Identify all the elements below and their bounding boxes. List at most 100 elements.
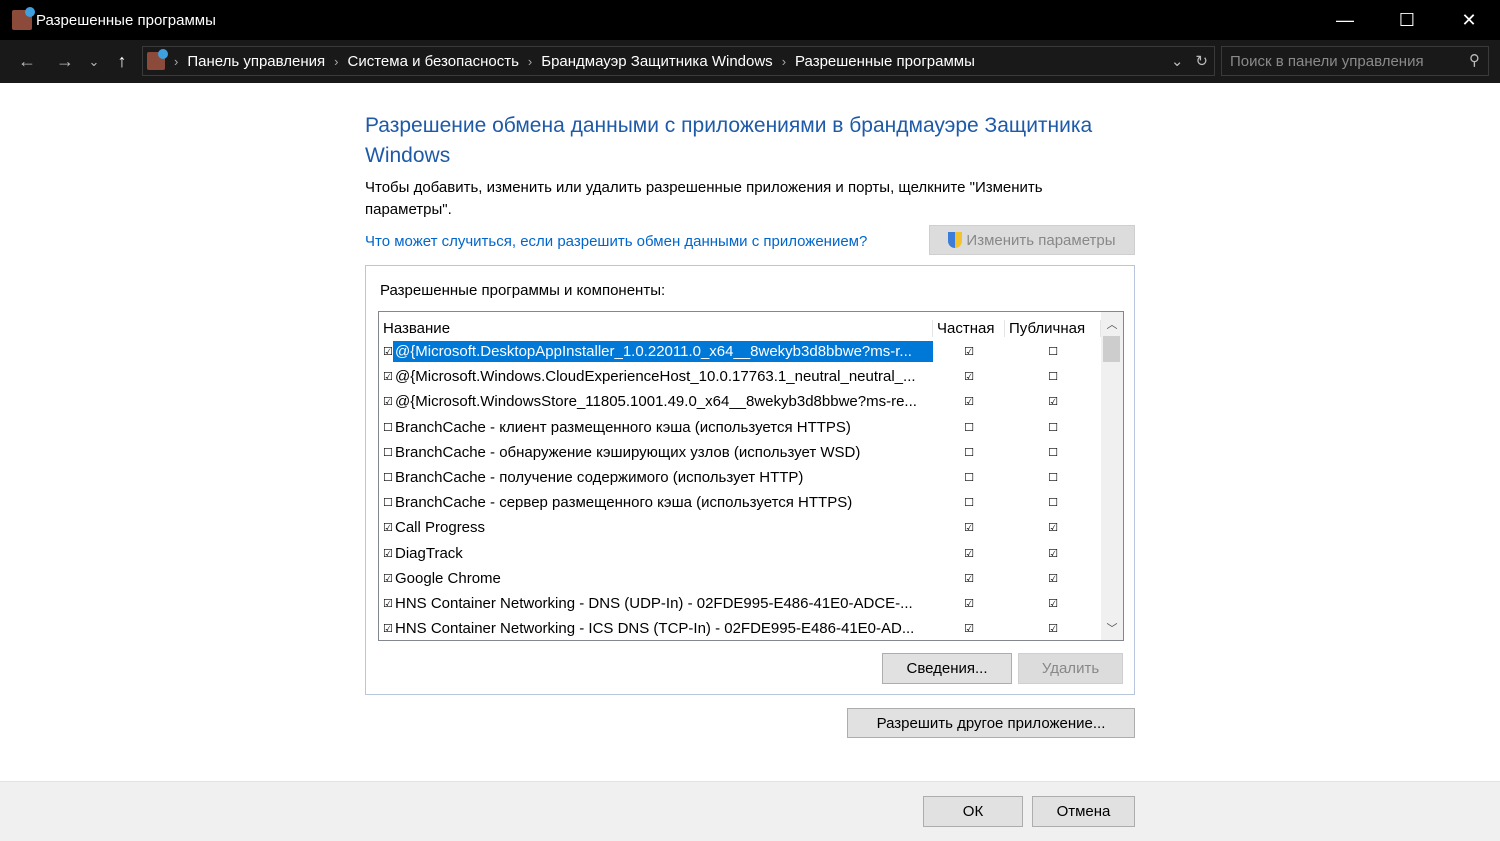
ok-button[interactable]: ОК bbox=[923, 796, 1023, 827]
crumb-system-security[interactable]: Система и безопасность bbox=[348, 53, 519, 70]
forward-button[interactable]: → bbox=[46, 51, 84, 72]
column-name[interactable]: Название bbox=[379, 320, 933, 337]
public-checkbox[interactable]: ☑ bbox=[1005, 622, 1101, 635]
crumb-control-panel[interactable]: Панель управления bbox=[187, 53, 325, 70]
page-description: Чтобы добавить, изменить или удалить раз… bbox=[365, 179, 1043, 218]
private-checkbox[interactable]: ☐ bbox=[933, 471, 1005, 484]
app-name: DiagTrack bbox=[395, 544, 463, 562]
column-private[interactable]: Частная bbox=[933, 320, 1005, 337]
enabled-checkbox[interactable]: ☑ bbox=[383, 345, 393, 358]
table-row[interactable]: ☐ BranchCache - получение содержимого (ис… bbox=[379, 465, 1123, 490]
table-row[interactable]: ☑ @{Microsoft.DesktopAppInstaller_1.0.220… bbox=[379, 339, 1123, 364]
app-name: @{Microsoft.DesktopAppInstaller_1.0.2201… bbox=[393, 341, 933, 363]
enabled-checkbox[interactable]: ☑ bbox=[383, 572, 393, 585]
public-checkbox[interactable]: ☐ bbox=[1005, 446, 1101, 459]
private-checkbox[interactable]: ☑ bbox=[933, 622, 1005, 635]
enabled-checkbox[interactable]: ☑ bbox=[383, 622, 393, 635]
enabled-checkbox[interactable]: ☑ bbox=[383, 597, 393, 610]
private-checkbox[interactable]: ☐ bbox=[933, 496, 1005, 509]
scroll-up-icon[interactable]: ︿ bbox=[1101, 316, 1123, 332]
app-name: HNS Container Networking - DNS (UDP-In) … bbox=[395, 594, 913, 612]
back-button[interactable]: ← bbox=[8, 51, 46, 72]
enabled-checkbox[interactable]: ☐ bbox=[383, 421, 393, 434]
help-link[interactable]: Что может случиться, если разрешить обме… bbox=[365, 233, 867, 250]
uac-shield-icon bbox=[948, 232, 963, 248]
table-row[interactable]: ☑ HNS Container Networking - DNS (UDP-In)… bbox=[379, 591, 1123, 616]
page-title: Разрешение обмена данными с приложениями… bbox=[365, 114, 1093, 167]
breadcrumb[interactable]: › Панель управления › Система и безопаснос… bbox=[142, 46, 1215, 76]
delete-button[interactable]: Удалить bbox=[1018, 653, 1123, 684]
private-checkbox[interactable]: ☑ bbox=[933, 370, 1005, 383]
table-row[interactable]: ☑ DiagTrack ☑ ☑ bbox=[379, 541, 1123, 566]
public-checkbox[interactable]: ☐ bbox=[1005, 370, 1101, 383]
enabled-checkbox[interactable]: ☑ bbox=[383, 370, 393, 383]
enabled-checkbox[interactable]: ☐ bbox=[383, 496, 393, 509]
change-settings-button[interactable]: Изменить параметры bbox=[929, 225, 1135, 255]
crumb-allowed-apps[interactable]: Разрешенные программы bbox=[795, 53, 975, 70]
app-name: BranchCache - сервер размещенного кэша (… bbox=[395, 494, 853, 512]
search-input[interactable]: Поиск в панели управления ⚲ bbox=[1221, 46, 1489, 76]
private-checkbox[interactable]: ☑ bbox=[933, 521, 1005, 534]
public-checkbox[interactable]: ☑ bbox=[1005, 521, 1101, 534]
allowed-apps-list[interactable]: Название Частная Публичная ☑ @{Microsoft.… bbox=[378, 311, 1124, 641]
close-button[interactable]: ✕ bbox=[1438, 0, 1500, 40]
public-checkbox[interactable]: ☐ bbox=[1005, 345, 1101, 358]
private-checkbox[interactable]: ☐ bbox=[933, 446, 1005, 459]
private-checkbox[interactable]: ☐ bbox=[933, 421, 1005, 434]
table-row[interactable]: ☐ BranchCache - клиент размещенного кэша … bbox=[379, 415, 1123, 440]
table-row[interactable]: ☑ Call Progress ☑ ☑ bbox=[379, 515, 1123, 540]
app-name: @{Microsoft.Windows.CloudExperienceHost_… bbox=[395, 368, 916, 386]
app-name: Google Chrome bbox=[395, 569, 501, 587]
address-dropdown-icon[interactable]: ⌄ bbox=[1171, 52, 1184, 70]
up-button[interactable]: ↑ bbox=[104, 51, 140, 72]
title-bar: Разрешенные программы — ☐ ✕ bbox=[0, 0, 1500, 40]
public-checkbox[interactable]: ☐ bbox=[1005, 496, 1101, 509]
footer: ОК Отмена bbox=[0, 781, 1500, 841]
scroll-thumb[interactable] bbox=[1103, 336, 1120, 362]
table-row[interactable]: ☐ BranchCache - сервер размещенного кэша … bbox=[379, 490, 1123, 515]
search-placeholder: Поиск в панели управления bbox=[1230, 53, 1424, 70]
table-row[interactable]: ☑ @{Microsoft.Windows.CloudExperienceHost… bbox=[379, 364, 1123, 389]
cancel-button[interactable]: Отмена bbox=[1032, 796, 1135, 827]
enabled-checkbox[interactable]: ☐ bbox=[383, 446, 393, 459]
control-panel-icon bbox=[147, 49, 168, 70]
private-checkbox[interactable]: ☑ bbox=[933, 597, 1005, 610]
public-checkbox[interactable]: ☐ bbox=[1005, 421, 1101, 434]
address-bar: ← → ⌄ ↑ › Панель управления › Система и бе… bbox=[0, 40, 1500, 83]
app-name: BranchCache - обнаружение кэширующих узл… bbox=[395, 443, 861, 461]
public-checkbox[interactable]: ☑ bbox=[1005, 547, 1101, 560]
enabled-checkbox[interactable]: ☑ bbox=[383, 547, 393, 560]
scroll-down-icon[interactable]: ﹀ bbox=[1101, 620, 1123, 636]
private-checkbox[interactable]: ☑ bbox=[933, 547, 1005, 560]
crumb-firewall[interactable]: Брандмауэр Защитника Windows bbox=[541, 53, 772, 70]
table-row[interactable]: ☑ Google Chrome ☑ ☑ bbox=[379, 566, 1123, 591]
public-checkbox[interactable]: ☑ bbox=[1005, 597, 1101, 610]
minimize-button[interactable]: — bbox=[1314, 0, 1376, 40]
public-checkbox[interactable]: ☐ bbox=[1005, 471, 1101, 484]
scrollbar[interactable]: ︿ ﹀ bbox=[1101, 312, 1123, 640]
details-button[interactable]: Сведения... bbox=[882, 653, 1012, 684]
allowed-apps-group: Разрешенные программы и компоненты: Назв… bbox=[365, 265, 1135, 695]
allow-other-app-button[interactable]: Разрешить другое приложение... bbox=[847, 708, 1135, 738]
public-checkbox[interactable]: ☑ bbox=[1005, 395, 1101, 408]
maximize-button[interactable]: ☐ bbox=[1376, 0, 1438, 40]
recent-locations-button[interactable]: ⌄ bbox=[84, 54, 104, 70]
enabled-checkbox[interactable]: ☑ bbox=[383, 521, 393, 534]
private-checkbox[interactable]: ☑ bbox=[933, 395, 1005, 408]
refresh-icon[interactable]: ↻ bbox=[1195, 52, 1208, 70]
column-public[interactable]: Публичная bbox=[1005, 320, 1101, 337]
private-checkbox[interactable]: ☑ bbox=[933, 345, 1005, 358]
enabled-checkbox[interactable]: ☐ bbox=[383, 471, 393, 484]
app-name: HNS Container Networking - ICS DNS (TCP-… bbox=[395, 620, 915, 638]
table-row[interactable]: ☑ @{Microsoft.WindowsStore_11805.1001.49.… bbox=[379, 389, 1123, 414]
table-row[interactable]: ☑ HNS Container Networking - ICS DNS (TCP… bbox=[379, 616, 1123, 640]
list-header: Название Частная Публичная bbox=[379, 312, 1123, 339]
public-checkbox[interactable]: ☑ bbox=[1005, 572, 1101, 585]
table-row[interactable]: ☐ BranchCache - обнаружение кэширующих уз… bbox=[379, 440, 1123, 465]
enabled-checkbox[interactable]: ☑ bbox=[383, 395, 393, 408]
group-label: Разрешенные программы и компоненты: bbox=[380, 282, 666, 299]
search-icon: ⚲ bbox=[1469, 52, 1480, 69]
private-checkbox[interactable]: ☑ bbox=[933, 572, 1005, 585]
window-title: Разрешенные программы bbox=[36, 11, 216, 29]
firewall-icon bbox=[12, 7, 35, 30]
